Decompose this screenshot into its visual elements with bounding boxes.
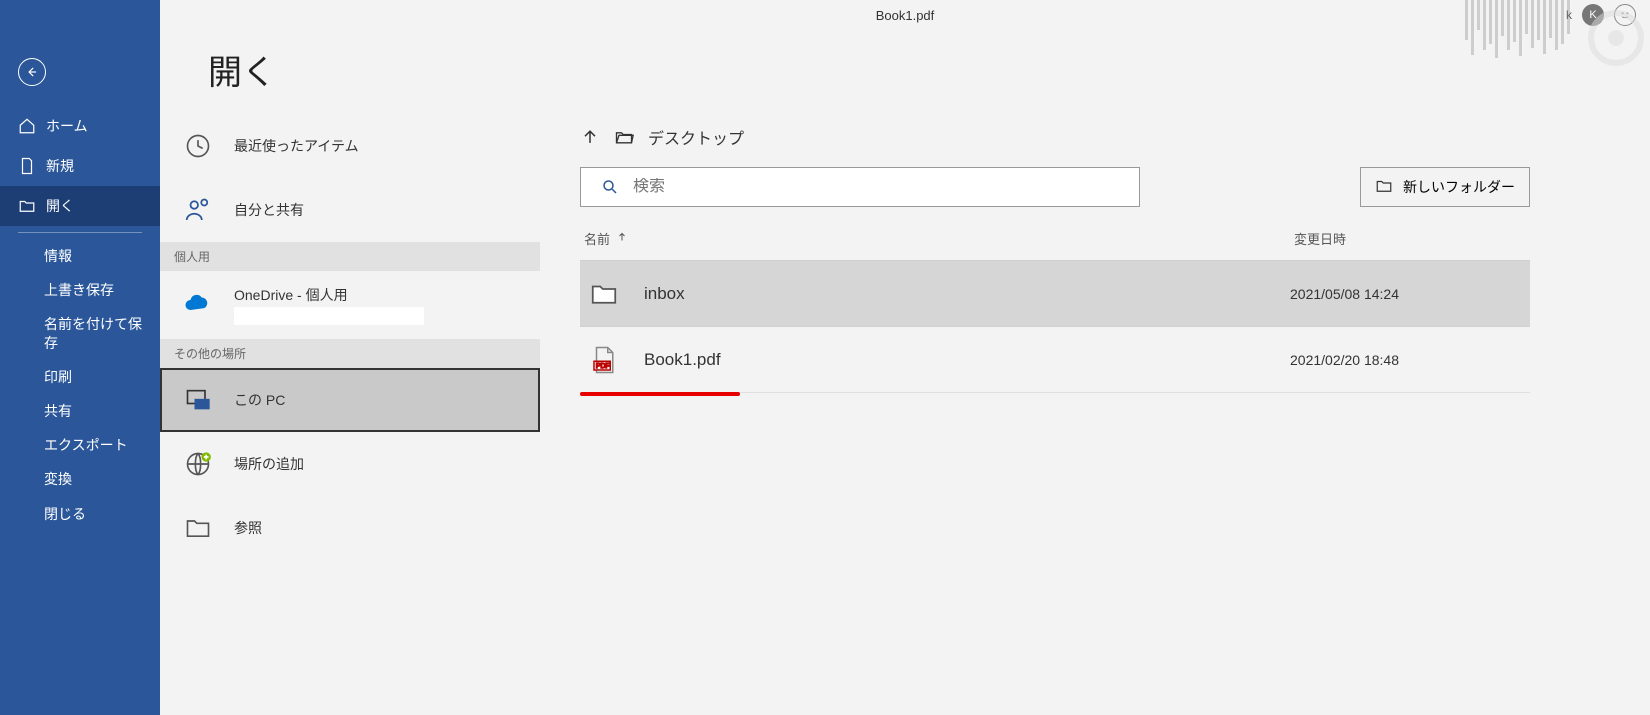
location-label: 場所の追加 bbox=[234, 454, 304, 474]
location-this-pc[interactable]: この PC bbox=[160, 368, 540, 432]
nav-share[interactable]: 共有 bbox=[0, 394, 160, 428]
nav-save-as[interactable]: 名前を付けて保存 bbox=[0, 307, 160, 359]
column-header-date[interactable]: 変更日時 bbox=[1294, 229, 1494, 248]
backstage-sidebar: ホーム 新規 開く 情報 上書き保存 名前を付けて保存 印刷 共有 エクスポート… bbox=[0, 0, 160, 715]
file-name: Book1.pdf bbox=[644, 350, 1290, 370]
document-icon bbox=[18, 157, 36, 175]
nav-label: ホーム bbox=[46, 116, 88, 136]
file-date: 2021/02/20 18:48 bbox=[1290, 352, 1399, 368]
folder-icon bbox=[586, 276, 622, 312]
location-label: 参照 bbox=[234, 518, 262, 538]
file-date: 2021/05/08 14:24 bbox=[1290, 286, 1399, 302]
nav-new[interactable]: 新規 bbox=[0, 146, 160, 186]
list-item[interactable]: inbox 2021/05/08 14:24 bbox=[580, 261, 1530, 327]
location-label: 最近使ったアイテム bbox=[234, 136, 359, 156]
location-label: この PC bbox=[234, 390, 285, 410]
location-shared[interactable]: 自分と共有 bbox=[160, 178, 540, 242]
group-other-label: その他の場所 bbox=[160, 339, 540, 368]
folder-open-icon bbox=[18, 197, 36, 215]
search-icon bbox=[601, 178, 619, 196]
svg-text:PDF: PDF bbox=[596, 363, 610, 370]
locations-panel: 開く 最近使ったアイテム 自分と共有 個人用 OneDrive - 個人用 その… bbox=[160, 0, 540, 715]
column-headers: 名前 変更日時 bbox=[580, 229, 1630, 254]
back-button[interactable] bbox=[18, 58, 46, 86]
location-browse[interactable]: 参照 bbox=[160, 496, 540, 560]
group-personal-label: 個人用 bbox=[160, 242, 540, 271]
file-name: inbox bbox=[644, 284, 1290, 304]
button-label: 新しいフォルダー bbox=[1403, 177, 1515, 197]
page-title: 開く bbox=[160, 45, 540, 94]
user-avatar[interactable]: K bbox=[1582, 4, 1604, 26]
list-item[interactable]: PDF Book1.pdf 2021/02/20 18:48 bbox=[580, 327, 1530, 393]
new-folder-button[interactable]: 新しいフォルダー bbox=[1360, 167, 1530, 207]
nav-label: 新規 bbox=[46, 156, 74, 176]
location-label: 自分と共有 bbox=[234, 200, 304, 220]
this-pc-icon bbox=[180, 382, 216, 418]
add-place-icon bbox=[180, 446, 216, 482]
file-list: inbox 2021/05/08 14:24 PDF Book1.pdf 202… bbox=[580, 260, 1530, 393]
location-onedrive[interactable]: OneDrive - 個人用 bbox=[160, 271, 540, 339]
location-label: OneDrive - 個人用 bbox=[234, 285, 424, 305]
location-recent[interactable]: 最近使ったアイテム bbox=[160, 114, 540, 178]
onedrive-icon bbox=[180, 287, 216, 323]
location-add-place[interactable]: 場所の追加 bbox=[160, 432, 540, 496]
nav-home[interactable]: ホーム bbox=[0, 106, 160, 146]
clock-icon bbox=[180, 128, 216, 164]
people-icon bbox=[180, 192, 216, 228]
file-list-panel: デスクトップ 新しいフォルダー 名前 bbox=[540, 0, 1650, 715]
nav-transform[interactable]: 変換 bbox=[0, 462, 160, 496]
search-box[interactable] bbox=[580, 167, 1140, 207]
user-label: k bbox=[1566, 8, 1572, 22]
annotation-underline bbox=[580, 392, 740, 396]
up-level-button[interactable] bbox=[580, 127, 600, 147]
onedrive-account-redacted bbox=[234, 307, 424, 325]
nav-info[interactable]: 情報 bbox=[0, 239, 160, 273]
pdf-file-icon: PDF bbox=[586, 342, 622, 378]
folder-open-icon bbox=[614, 127, 634, 147]
feedback-smiley-icon[interactable] bbox=[1614, 4, 1636, 26]
folder-icon bbox=[1375, 177, 1393, 198]
nav-save[interactable]: 上書き保存 bbox=[0, 273, 160, 307]
breadcrumb: デスクトップ bbox=[580, 125, 1630, 149]
nav-open[interactable]: 開く bbox=[0, 186, 160, 226]
home-icon bbox=[18, 117, 36, 135]
nav-print[interactable]: 印刷 bbox=[0, 360, 160, 394]
nav-label: 開く bbox=[46, 196, 74, 216]
nav-divider bbox=[18, 232, 142, 233]
folder-icon bbox=[180, 510, 216, 546]
nav-close[interactable]: 閉じる bbox=[0, 497, 160, 531]
nav-export[interactable]: エクスポート bbox=[0, 428, 160, 462]
column-header-name[interactable]: 名前 bbox=[584, 229, 1294, 248]
sort-asc-icon bbox=[616, 231, 628, 246]
breadcrumb-path[interactable]: デスクトップ bbox=[648, 125, 744, 149]
search-input[interactable] bbox=[633, 178, 1119, 196]
